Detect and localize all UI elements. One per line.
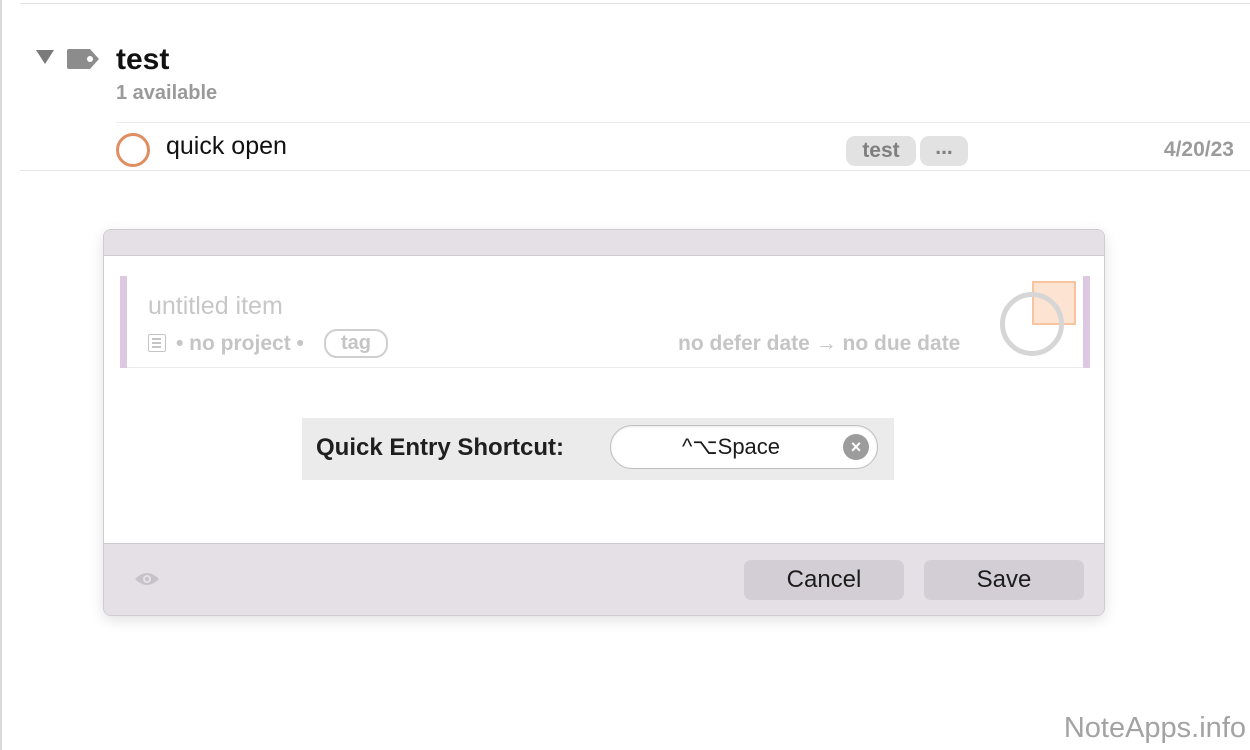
save-button[interactable]: Save [924, 560, 1084, 600]
preview-accent-bar [1083, 276, 1090, 368]
task-row[interactable]: quick open test ... 4/20/23 [116, 124, 1250, 170]
eye-icon[interactable] [134, 570, 160, 588]
preview-tag-pill: tag [324, 329, 388, 358]
preview-project: • no project • [176, 332, 304, 355]
row-divider [20, 170, 1250, 171]
shortcut-value[interactable]: ^⌥Space [611, 426, 851, 468]
disclosure-triangle-icon[interactable] [36, 50, 54, 64]
group-available-count: 1 available [116, 82, 218, 104]
dialog-titlebar[interactable] [104, 230, 1104, 256]
more-tags-chip[interactable]: ... [920, 136, 968, 166]
preview-title-placeholder: untitled item [148, 292, 283, 320]
task-title[interactable]: quick open [166, 132, 287, 161]
quick-entry-dialog: untitled item • no project • tag no defe… [103, 229, 1105, 616]
tag-chip[interactable]: test [846, 136, 916, 166]
group-title: test [116, 43, 170, 76]
shortcut-recorder-field[interactable]: ^⌥Space × [610, 425, 878, 469]
status-circle[interactable] [116, 133, 150, 167]
shortcut-label: Quick Entry Shortcut: [316, 434, 565, 461]
preview-dates: no defer date → no due date [678, 332, 961, 355]
window-edge [0, 0, 2, 750]
quick-entry-preview: untitled item • no project • tag no defe… [120, 276, 1090, 368]
note-icon [148, 334, 166, 352]
watermark: NoteApps.info [1063, 712, 1246, 744]
preview-accent-bar [120, 276, 127, 368]
dialog-footer: Cancel Save [104, 543, 1104, 615]
preview-status-circle [1000, 292, 1064, 356]
tag-icon [67, 49, 99, 69]
top-divider [20, 3, 1250, 4]
tag-group-header[interactable]: test [36, 40, 636, 80]
shortcut-panel: Quick Entry Shortcut: ^⌥Space × [302, 418, 894, 480]
clear-shortcut-icon[interactable]: × [843, 434, 869, 460]
row-divider [116, 122, 1250, 123]
cancel-button[interactable]: Cancel [744, 560, 904, 600]
task-date: 4/20/23 [1163, 138, 1234, 161]
